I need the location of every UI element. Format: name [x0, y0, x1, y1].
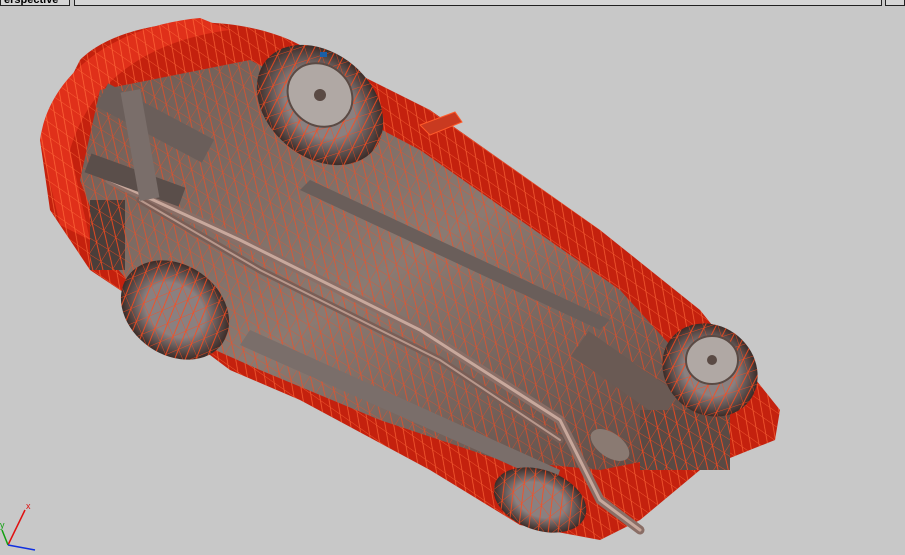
x-axis-line: [7, 509, 26, 546]
selection-marker: [320, 52, 327, 57]
x-axis-label: x: [26, 501, 31, 511]
z-axis-line: [7, 544, 36, 551]
y-axis-line: [1, 529, 9, 546]
perspective-viewport[interactable]: erspective x y: [0, 0, 905, 555]
axis-gizmo: x y: [0, 501, 36, 551]
y-axis-label: y: [0, 520, 5, 530]
car-underside-model[interactable]: [0, 0, 905, 555]
